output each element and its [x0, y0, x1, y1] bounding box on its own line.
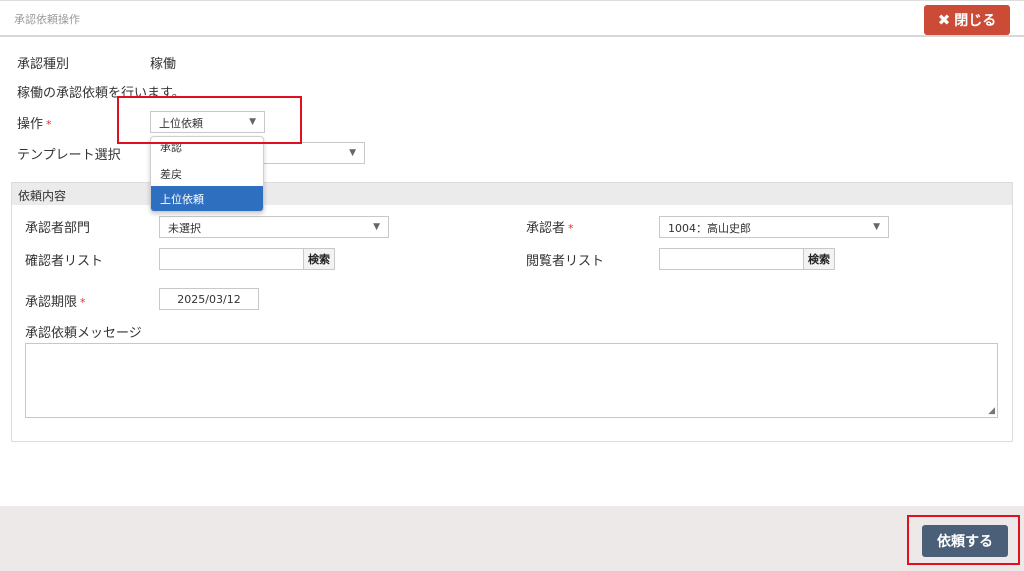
deadline-date-input[interactable]: 2025/03/12 [159, 288, 259, 310]
dialog-title: 承認依頼操作 [14, 13, 80, 26]
operation-label: 操作 * [17, 117, 52, 132]
required-mark: * [46, 118, 52, 131]
approver-dept-value: 未選択 [168, 222, 201, 235]
chevron-down-icon: ▼ [373, 222, 380, 232]
approver-value: 1004：高山史郎 [668, 222, 751, 235]
approval-type-label: 承認種別 [17, 57, 70, 72]
message-label: 承認依頼メッセージ [25, 326, 142, 341]
chevron-down-icon: ▼ [349, 148, 356, 158]
highlight-submit-box [907, 515, 1020, 565]
message-textarea[interactable]: ◢ [25, 343, 998, 418]
dialog-footer [0, 506, 1024, 571]
operation-dropdown-list: 承認 差戻 上位依頼 [150, 136, 264, 212]
required-mark: * [568, 222, 574, 235]
approver-label: 承認者 * [526, 221, 574, 236]
viewer-search-button[interactable]: 検索 [803, 248, 835, 270]
required-mark: * [80, 296, 86, 309]
template-label: テンプレート選択 [17, 148, 121, 163]
dialog-titlebar: 承認依頼操作 ✖ 閉じる [0, 0, 1024, 37]
approver-select[interactable]: 1004：高山史郎 ▼ [659, 216, 889, 238]
highlight-operation-box [117, 96, 302, 144]
viewer-list-label: 閲覧者リスト [526, 254, 605, 269]
close-button-label: 閉じる [954, 13, 997, 29]
dropdown-option[interactable]: 差戻 [151, 161, 263, 186]
resize-handle-icon[interactable]: ◢ [988, 406, 995, 416]
approver-dept-label: 承認者部門 [25, 221, 91, 236]
approver-dept-select[interactable]: 未選択 ▼ [159, 216, 389, 238]
close-icon: ✖ [937, 11, 951, 29]
dropdown-option-selected[interactable]: 上位依頼 [151, 186, 263, 211]
confirmer-list-input[interactable] [159, 248, 304, 270]
deadline-label: 承認期限 * [25, 295, 86, 310]
chevron-down-icon: ▼ [873, 222, 880, 232]
approval-type-value: 稼働 [150, 57, 177, 72]
close-button[interactable]: ✖ 閉じる [924, 5, 1010, 35]
confirmer-list-label: 確認者リスト [25, 254, 104, 269]
confirmer-search-button[interactable]: 検索 [303, 248, 335, 270]
viewer-list-input[interactable] [659, 248, 804, 270]
